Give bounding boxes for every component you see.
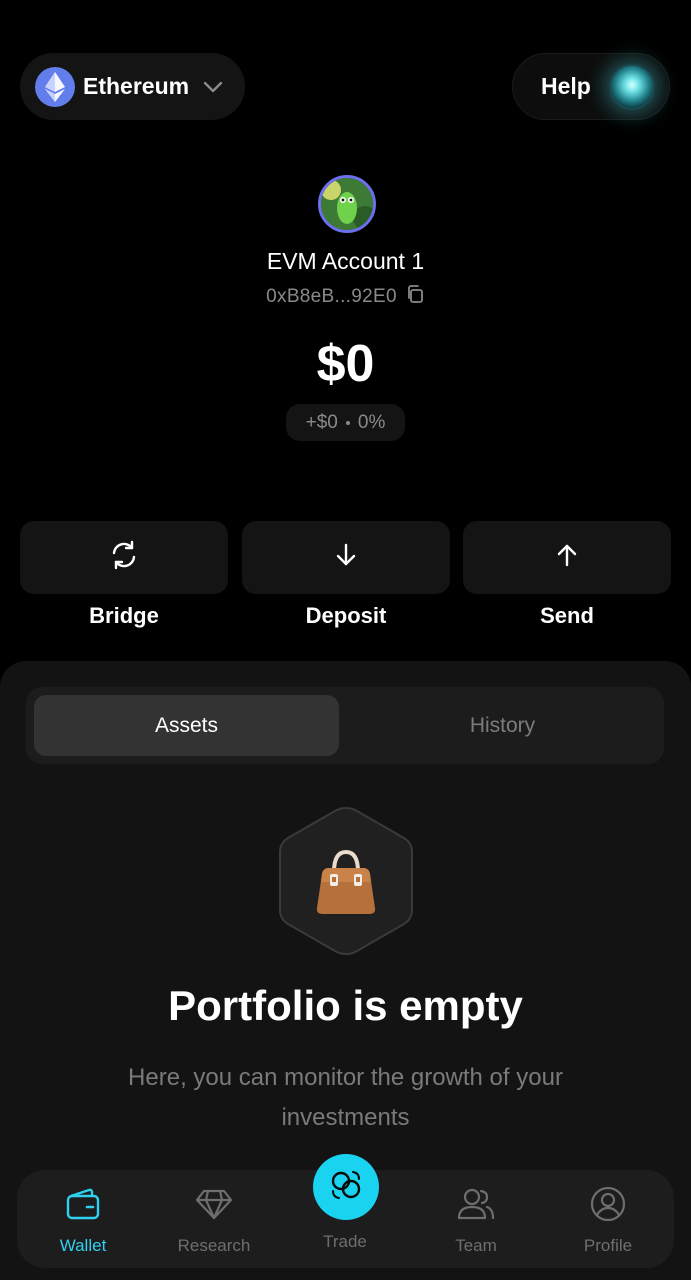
swap-coins-icon bbox=[329, 1168, 363, 1207]
deposit-label: Deposit bbox=[305, 603, 387, 628]
nav-wallet-label: Wallet bbox=[59, 1236, 107, 1255]
profile-icon bbox=[589, 1184, 627, 1224]
send-label: Send bbox=[540, 603, 594, 628]
avatar[interactable] bbox=[318, 175, 376, 233]
account-name: EVM Account 1 bbox=[266, 248, 425, 274]
nav-team[interactable]: Team bbox=[421, 1180, 531, 1260]
network-name: Ethereum bbox=[83, 73, 190, 99]
balance-change: +$0 0% bbox=[286, 404, 405, 441]
tab-history[interactable]: History bbox=[350, 695, 655, 756]
team-icon bbox=[457, 1184, 495, 1224]
empty-state-title: Portfolio is empty bbox=[168, 982, 523, 1029]
trade-button[interactable] bbox=[313, 1154, 379, 1220]
copy-icon[interactable] bbox=[405, 284, 425, 309]
help-button[interactable]: Help bbox=[512, 53, 670, 120]
chevron-down-icon bbox=[203, 81, 223, 93]
deposit-button[interactable] bbox=[242, 521, 450, 594]
help-label: Help bbox=[541, 73, 591, 99]
wallet-icon bbox=[65, 1184, 101, 1224]
bridge-button[interactable] bbox=[20, 521, 228, 594]
network-selector[interactable]: Ethereum bbox=[20, 53, 245, 120]
wallet-address: 0xB8eB...92E0 bbox=[266, 285, 397, 307]
nav-team-label: Team bbox=[455, 1236, 497, 1255]
send-button[interactable] bbox=[463, 521, 671, 594]
nav-research-label: Research bbox=[177, 1236, 251, 1255]
address-row: 0xB8eB...92E0 bbox=[0, 284, 691, 309]
tab-assets[interactable]: Assets bbox=[34, 695, 339, 756]
total-balance: $0 bbox=[316, 335, 375, 393]
diamond-icon bbox=[195, 1184, 233, 1224]
bridge-label: Bridge bbox=[89, 603, 159, 628]
refresh-icon bbox=[108, 539, 140, 576]
nav-profile[interactable]: Profile bbox=[553, 1180, 663, 1260]
nav-research[interactable]: Research bbox=[159, 1180, 269, 1260]
handbag-icon bbox=[312, 848, 380, 921]
empty-state-description: Here, you can monitor the growth of your… bbox=[128, 1064, 563, 1131]
nav-wallet[interactable]: Wallet bbox=[28, 1180, 138, 1260]
arrow-up-icon bbox=[553, 541, 581, 574]
change-percent: 0% bbox=[357, 411, 386, 433]
ethereum-icon bbox=[35, 66, 75, 107]
assistant-orb-icon bbox=[609, 64, 655, 110]
change-amount: +$0 bbox=[305, 411, 338, 433]
arrow-down-icon bbox=[332, 541, 360, 574]
separator-dot bbox=[345, 420, 350, 425]
nav-profile-label: Profile bbox=[583, 1236, 633, 1255]
nav-trade-label: Trade bbox=[323, 1232, 367, 1251]
